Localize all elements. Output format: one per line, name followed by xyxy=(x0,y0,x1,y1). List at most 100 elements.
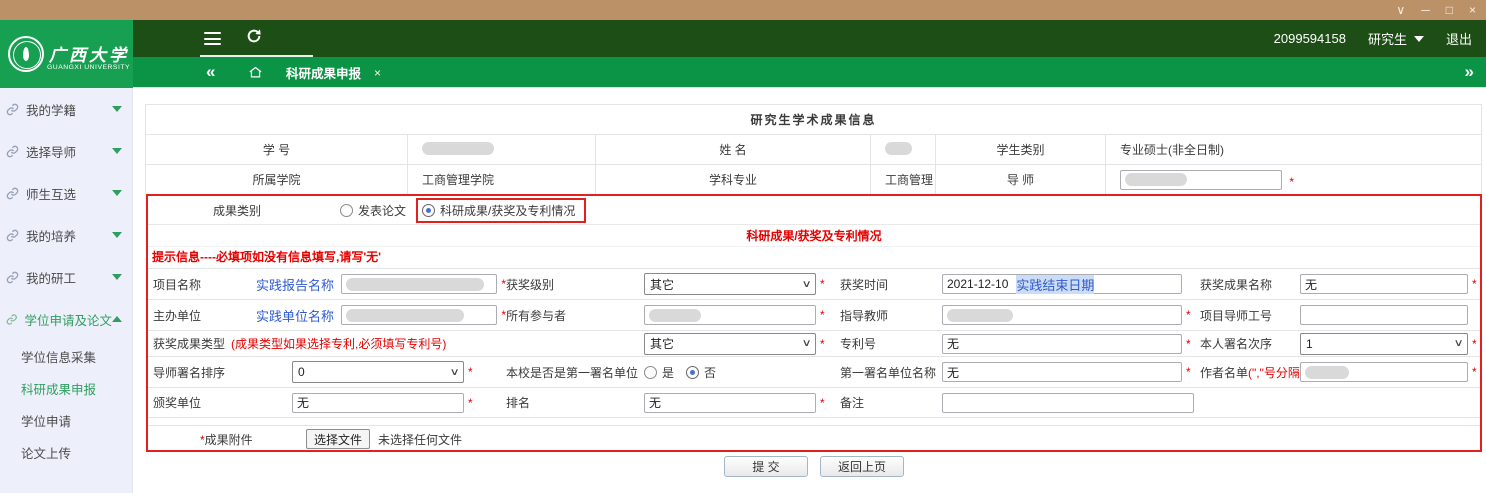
sidebar-item-my-cultivation[interactable]: 我的培养 xyxy=(0,214,132,256)
radio-icon[interactable] xyxy=(340,204,353,217)
university-seal-icon xyxy=(8,36,44,72)
self-order-select[interactable]: 1∨ xyxy=(1300,333,1468,355)
sidebar-subitem-thesis-upload[interactable]: 论文上传 xyxy=(0,436,132,468)
organizer-input[interactable] xyxy=(341,305,497,325)
sidebar-subitem-degree-apply[interactable]: 学位申请 xyxy=(0,404,132,436)
radio-icon-checked[interactable] xyxy=(422,204,435,217)
award-time-annotation: 实践结束日期 xyxy=(1016,275,1094,294)
radio-icon-checked[interactable] xyxy=(686,366,699,379)
radio-label: 科研成果/获奖及专利情况 xyxy=(440,202,575,219)
first-unit-name-input[interactable]: 无 xyxy=(942,362,1182,382)
sidebar-item-my-student-affairs[interactable]: 我的研工 xyxy=(0,256,132,298)
main-content: 研究生学术成果信息 学 号 姓 名 学生类别 专业硕士(非全日制) 所属学院 工… xyxy=(134,88,1486,493)
page-title: 研究生学术成果信息 xyxy=(146,105,1482,135)
sidebar-item-degree-and-thesis[interactable]: 学位申请及论文 xyxy=(0,298,132,340)
rank-input[interactable]: 无 xyxy=(644,393,816,413)
required-asterisk: * xyxy=(1289,175,1294,189)
chevron-down-icon xyxy=(112,106,122,112)
award-name-label: 获奖成果名称 xyxy=(1200,276,1300,293)
sidebar-item-choose-tutor[interactable]: 选择导师 xyxy=(0,130,132,172)
radio-label: 发表论文 xyxy=(358,202,406,219)
required-asterisk: * xyxy=(1186,337,1191,351)
result-type-select[interactable]: 其它∨ xyxy=(644,333,816,355)
student-type-value: 专业硕士(非全日制) xyxy=(1106,135,1482,165)
sidebar-item-my-enrollment[interactable]: 我的学籍 xyxy=(0,88,132,130)
collapse-tabs-icon[interactable]: « xyxy=(206,62,215,82)
patent-no-input[interactable]: 无 xyxy=(942,334,1182,354)
link-icon xyxy=(6,271,19,284)
author-list-input[interactable] xyxy=(1300,362,1468,382)
form-row: 颁奖单位 无 * 排名 无 * 备注 xyxy=(148,387,1480,417)
logout-button[interactable]: 退出 xyxy=(1446,29,1472,48)
window-titlebar: ∨ ─ □ × xyxy=(0,0,1486,20)
radio-first-unit-yes[interactable]: 是 xyxy=(644,364,674,381)
advisor-id-input[interactable] xyxy=(1300,305,1468,325)
tab-bar: « 科研成果申报 × » xyxy=(0,57,1486,88)
choose-file-button[interactable]: 选择文件 xyxy=(306,429,370,449)
tab-label: 科研成果申报 xyxy=(286,63,361,82)
refresh-icon[interactable] xyxy=(246,28,262,47)
home-icon[interactable] xyxy=(248,65,263,83)
university-name-en: GUANGXI UNIVERSITY xyxy=(47,64,130,71)
first-unit-label: 本校是否是第一署名单位 xyxy=(506,364,644,381)
user-id: 2099594158 xyxy=(1274,31,1346,46)
form-row: 项目名称 实践报告名称 * 获奖级别 其它∨ * 获奖时间 2021-12-10… xyxy=(148,268,1480,299)
window-maximize-button[interactable]: □ xyxy=(1446,1,1453,19)
student-type-label: 学生类别 xyxy=(936,135,1106,165)
advisor-order-label: 导师署名排序 xyxy=(148,364,256,381)
expand-tabs-icon[interactable]: » xyxy=(1465,62,1474,82)
window-restore-button[interactable]: ∨ xyxy=(1396,1,1405,19)
tab-close-icon[interactable]: × xyxy=(374,66,381,80)
sidebar-subitem-science-achievement[interactable]: 科研成果申报 xyxy=(0,372,132,404)
table-row: 学 号 姓 名 学生类别 专业硕士(非全日制) xyxy=(146,135,1482,165)
sidebar-subitem-degree-info[interactable]: 学位信息采集 xyxy=(0,340,132,372)
advisor-order-select[interactable]: 0∨ xyxy=(292,361,464,383)
sidebar-item-label: 学位申请及论文 xyxy=(24,310,112,329)
result-type-note: (成果类型如果选择专利,必须填写专利号) xyxy=(231,337,446,351)
tutor-input[interactable] xyxy=(1120,170,1282,190)
radio-icon[interactable] xyxy=(644,366,657,379)
organizer-annotation: 实践单位名称 xyxy=(256,306,341,325)
form-actions: 提 交 返回上页 xyxy=(146,456,1482,477)
award-time-input[interactable]: 2021-12-10 实践结束日期 xyxy=(942,274,1182,294)
window-close-button[interactable]: × xyxy=(1469,1,1476,19)
user-role-dropdown[interactable]: 研究生 xyxy=(1368,29,1424,48)
first-unit-name-label: 第一署名单位名称 xyxy=(840,364,942,381)
chevron-down-icon xyxy=(112,190,122,196)
required-asterisk: * xyxy=(1472,277,1477,291)
radio-published-paper[interactable]: 发表论文 xyxy=(340,202,406,219)
submit-button[interactable]: 提 交 xyxy=(724,456,808,477)
award-level-select[interactable]: 其它∨ xyxy=(644,273,816,295)
major-value: 工商管理 xyxy=(871,165,936,195)
window-minimize-button[interactable]: ─ xyxy=(1421,1,1430,19)
remark-input[interactable] xyxy=(942,393,1194,413)
back-button[interactable]: 返回上页 xyxy=(820,456,904,477)
sidebar-item-label: 我的研工 xyxy=(26,268,112,287)
project-name-input[interactable] xyxy=(341,274,497,294)
participants-input[interactable] xyxy=(644,305,816,325)
advisor-label: 指导教师 xyxy=(840,307,942,324)
sidebar-item-mutual-selection[interactable]: 师生互选 xyxy=(0,172,132,214)
form-row: 主办单位 实践单位名称 * 所有参与者 * 指导教师 * 项目导师工号 xyxy=(148,299,1480,330)
required-hint: 提示信息----必填项如没有信息填写,请写'无' xyxy=(148,247,1480,268)
tutor-label: 导 师 xyxy=(936,165,1106,195)
required-asterisk: * xyxy=(820,308,825,322)
link-icon xyxy=(6,103,19,116)
menu-toggle-icon[interactable] xyxy=(204,32,221,45)
organizer-label: 主办单位 xyxy=(148,307,256,324)
section-title: 科研成果/获奖及专利情况 xyxy=(148,225,1480,247)
tab-science-achievement[interactable]: 科研成果申报 × xyxy=(286,57,381,88)
radio-first-unit-no[interactable]: 否 xyxy=(686,364,716,381)
advisor-id-label: 项目导师工号 xyxy=(1200,307,1300,324)
attachment-row: *成果附件 选择文件 未选择任何文件 xyxy=(148,425,1480,452)
advisor-input[interactable] xyxy=(942,305,1182,325)
award-level-label: 获奖级别 xyxy=(506,276,644,293)
sidebar: 我的学籍 选择导师 师生互选 我的培养 我的研工 学位申请及论文 学位信息采集 … xyxy=(0,88,133,493)
sidebar-subitem-label: 学位申请 xyxy=(21,411,71,430)
award-name-input[interactable]: 无 xyxy=(1300,274,1468,294)
author-list-label: 作者名单(","号分隔) xyxy=(1200,364,1300,381)
required-asterisk: * xyxy=(1472,337,1477,351)
award-unit-input[interactable]: 无 xyxy=(292,393,464,413)
remark-label: 备注 xyxy=(840,394,942,411)
link-icon xyxy=(6,187,19,200)
